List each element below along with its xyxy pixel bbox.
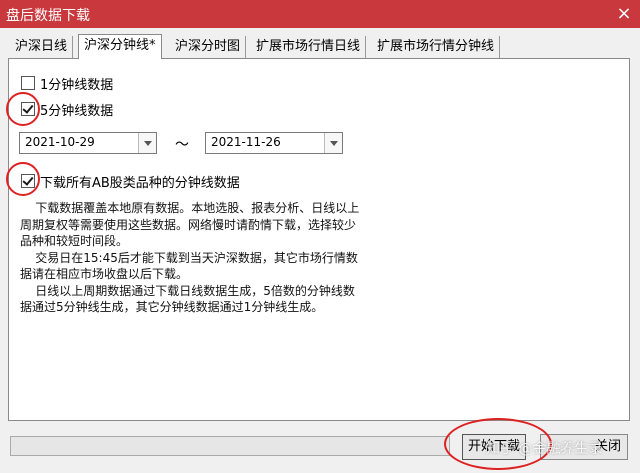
- description-paragraph: 交易日在15:45后才能下载到当天沪深数据，其它市场行情数据请在相应市场收盘以后…: [20, 250, 358, 282]
- tab-daily[interactable]: 沪深日线: [10, 36, 74, 58]
- title-bar: 盘后数据下载 ×: [0, 0, 640, 28]
- description-paragraph: 下载数据覆盖本地原有数据。本地选股、报表分析、日线以上周期复权等需要使用这些数据…: [20, 201, 360, 248]
- date-separator: ～: [175, 137, 189, 153]
- end-date-value: 2021-11-26: [211, 135, 281, 149]
- one-min-label: 1分钟线数据: [40, 78, 114, 93]
- start-date-value: 2021-10-29: [25, 135, 95, 149]
- chevron-down-icon[interactable]: [138, 133, 156, 153]
- watermark: 知乎 @金融养生录: [486, 441, 603, 457]
- tab-minute[interactable]: 沪深分钟线*: [78, 34, 162, 59]
- chevron-down-icon[interactable]: [324, 133, 342, 153]
- all-ab-checkbox[interactable]: [21, 174, 35, 188]
- tab-timeshare[interactable]: 沪深分时图: [170, 36, 247, 58]
- window-title: 盘后数据下载: [6, 8, 90, 24]
- one-min-checkbox[interactable]: [21, 76, 35, 90]
- five-min-checkbox[interactable]: [21, 102, 35, 116]
- five-min-label: 5分钟线数据: [40, 104, 114, 119]
- description-paragraph: 日线以上周期数据通过下载日线数据生成，5倍数的分钟线数据通过5分钟线生成，其它分…: [20, 283, 355, 315]
- description-text: 下载数据覆盖本地原有数据。本地选股、报表分析、日线以上周期复权等需要使用这些数据…: [20, 200, 360, 316]
- tab-ext-daily[interactable]: 扩展市场行情日线: [251, 36, 367, 58]
- close-icon[interactable]: ×: [614, 4, 634, 24]
- tab-ext-minute[interactable]: 扩展市场行情分钟线: [372, 36, 501, 58]
- download-progress-bar: [10, 436, 450, 456]
- end-date-picker[interactable]: 2021-11-26: [205, 132, 343, 154]
- tab-strip: 沪深日线 沪深分钟线* 沪深分时图 扩展市场行情日线 扩展市场行情分钟线: [10, 34, 630, 59]
- start-date-picker[interactable]: 2021-10-29: [19, 132, 157, 154]
- all-ab-label: 下载所有AB股类品种的分钟线数据: [40, 176, 240, 191]
